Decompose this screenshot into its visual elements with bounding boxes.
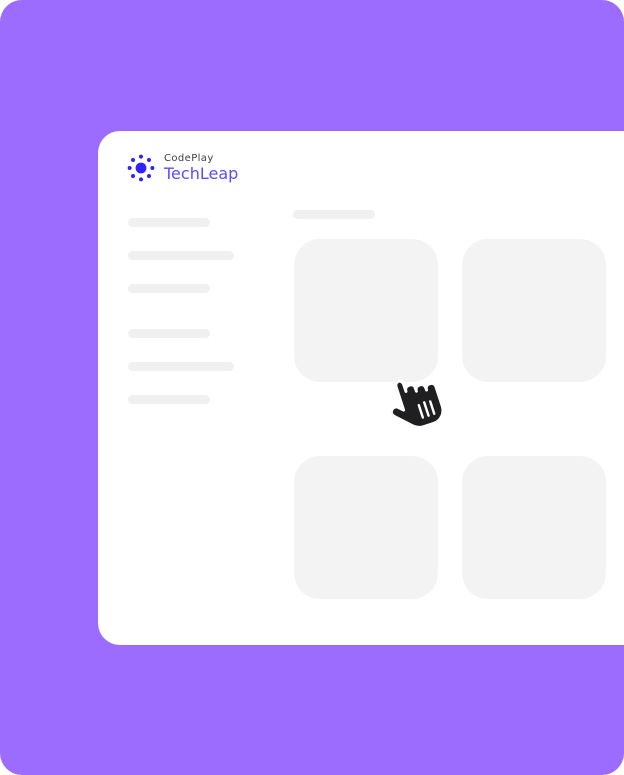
nav-placeholder (128, 284, 210, 293)
nav-placeholder (128, 251, 234, 260)
purple-backdrop: CodePlay TechLeap (0, 0, 624, 775)
content-card-placeholder[interactable] (462, 456, 606, 599)
brand-text: CodePlay TechLeap (164, 154, 238, 182)
nav-placeholder (128, 362, 234, 371)
content-card-placeholder[interactable] (462, 239, 606, 382)
nav-placeholder (128, 329, 210, 338)
content-heading-placeholder (293, 210, 375, 219)
brand-lockup: CodePlay TechLeap (126, 153, 238, 183)
app-window: CodePlay TechLeap (98, 131, 624, 645)
content-card-placeholder[interactable] (294, 239, 438, 382)
sun-dots-icon (127, 154, 155, 182)
nav-placeholder (128, 395, 210, 404)
brand-main-label: TechLeap (164, 164, 239, 183)
brand-sub-label: CodePlay (164, 153, 214, 164)
content-card-placeholder[interactable] (294, 456, 438, 599)
nav-placeholder (128, 218, 210, 227)
